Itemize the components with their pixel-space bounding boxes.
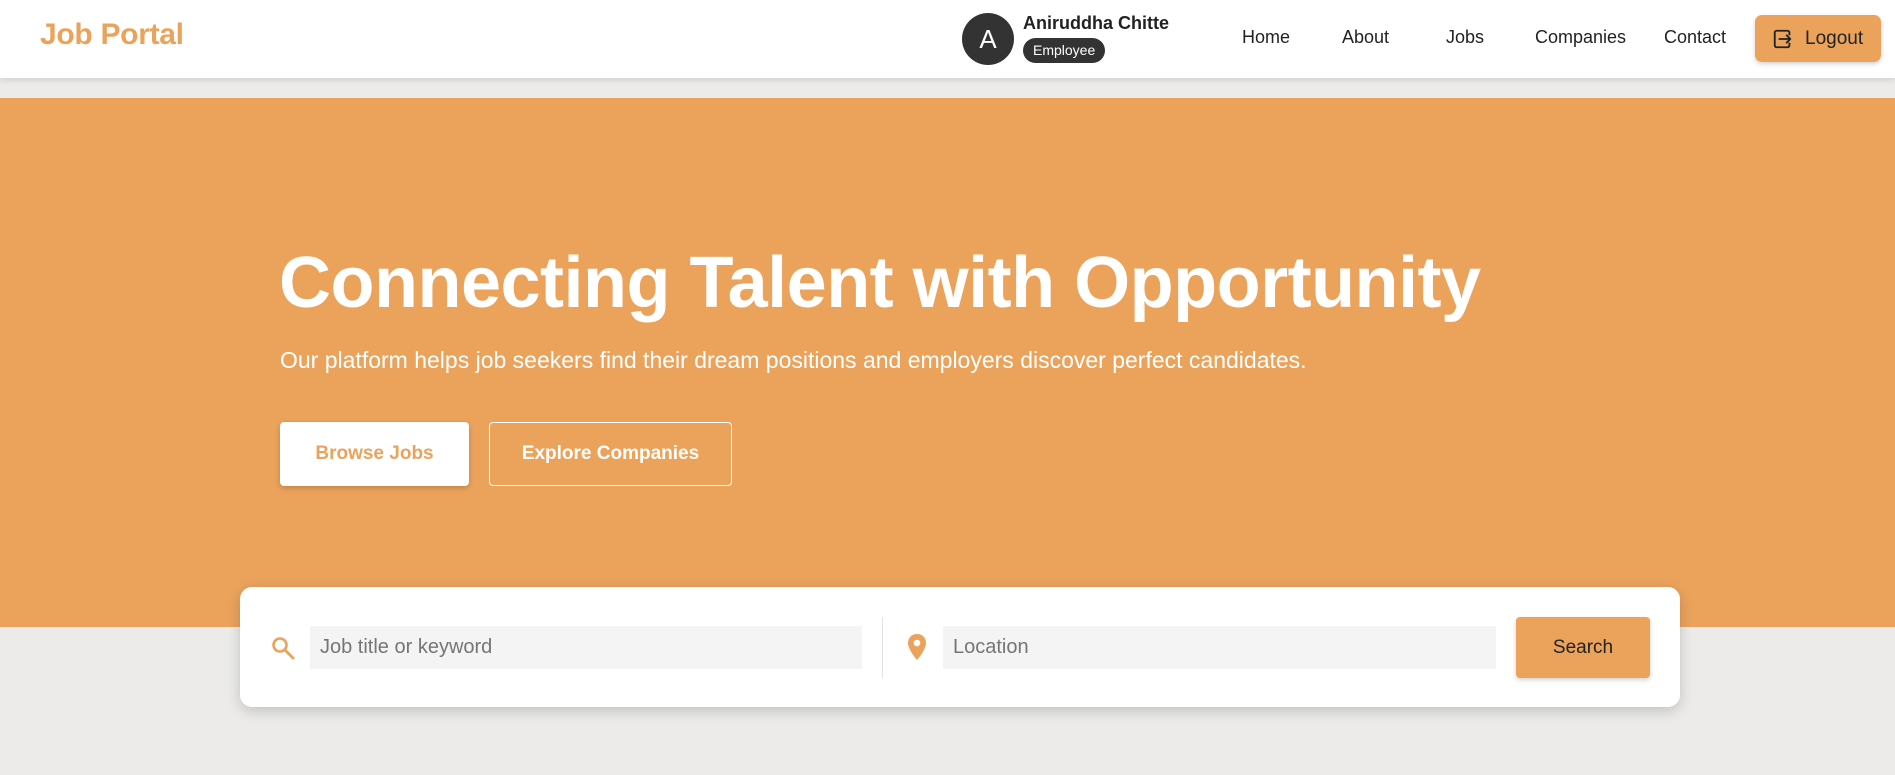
logout-label: Logout (1805, 28, 1864, 49)
search-button[interactable]: Search (1516, 617, 1650, 678)
nav-contact[interactable]: Contact (1664, 27, 1726, 48)
location-input[interactable] (943, 626, 1496, 669)
avatar[interactable]: A (962, 13, 1014, 65)
navbar: Job Portal A Aniruddha Chitte Employee H… (0, 0, 1895, 78)
user-name: Aniruddha Chitte (1023, 13, 1169, 33)
location-pin-icon (908, 634, 926, 660)
explore-companies-button[interactable]: Explore Companies (489, 422, 732, 486)
hero-title: Connecting Talent with Opportunity (279, 243, 1481, 323)
hero-subtitle: Our platform helps job seekers find thei… (280, 347, 1307, 373)
brand-logo[interactable]: Job Portal (40, 18, 184, 52)
nav-jobs[interactable]: Jobs (1446, 27, 1484, 48)
logout-button[interactable]: Logout (1755, 15, 1881, 62)
logout-icon (1773, 29, 1792, 49)
role-badge: Employee (1023, 38, 1106, 63)
search-divider (882, 617, 883, 678)
nav-home[interactable]: Home (1242, 27, 1290, 48)
search-card: Search (240, 587, 1680, 707)
nav-companies[interactable]: Companies (1535, 27, 1626, 48)
hero-section: Connecting Talent with Opportunity Our p… (0, 98, 1895, 627)
search-icon (272, 637, 295, 660)
browse-jobs-button[interactable]: Browse Jobs (280, 422, 469, 486)
keyword-input[interactable] (310, 626, 862, 669)
nav-about[interactable]: About (1342, 27, 1389, 48)
